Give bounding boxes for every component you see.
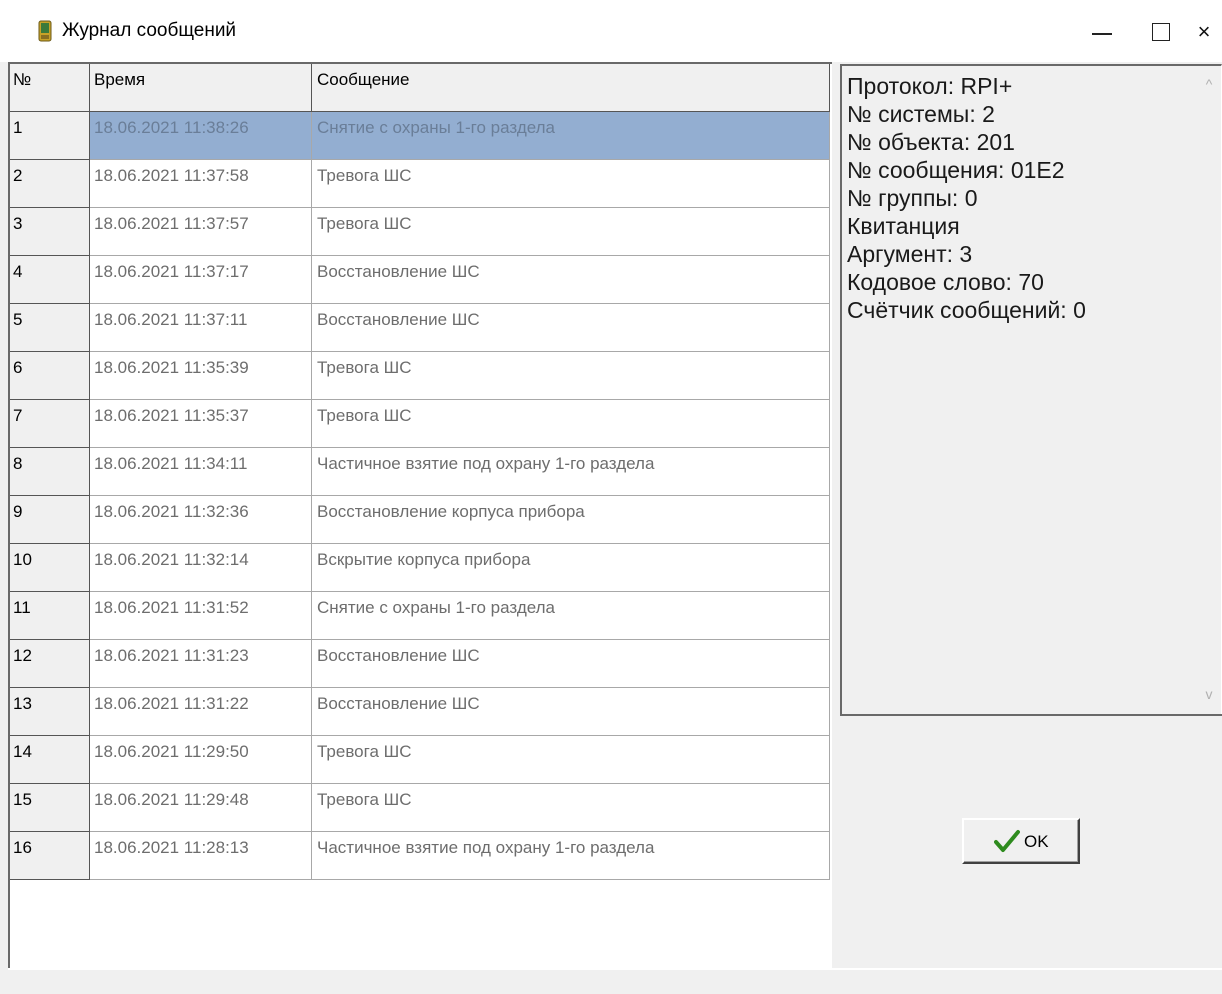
header-time[interactable]: Время xyxy=(90,64,312,112)
message-grid[interactable]: № Время Сообщение 1 18.06.2021 11:38:26 Сн… xyxy=(8,62,832,968)
table-row[interactable]: 2 18.06.2021 11:37:58 Тревога ШС xyxy=(10,160,830,208)
row-time-cell[interactable]: 18.06.2021 11:32:36 xyxy=(90,496,312,544)
details-panel[interactable]: Протокол: RPI+ № системы: 2 № объекта: 201… xyxy=(840,64,1222,714)
row-message-cell[interactable]: Частичное взятие под охрану 1-го раздела xyxy=(312,832,830,880)
details-line: № системы: 2 xyxy=(847,101,995,127)
row-message-cell[interactable]: Тревога ШС xyxy=(312,208,830,256)
minimize-button[interactable] xyxy=(1078,12,1126,52)
header-message[interactable]: Сообщение xyxy=(312,64,830,112)
window-title: Журнал сообщений xyxy=(62,20,237,41)
row-time-cell[interactable]: 18.06.2021 11:31:52 xyxy=(90,592,312,640)
table-row[interactable]: 14 18.06.2021 11:29:50 Тревога ШС xyxy=(10,736,830,784)
maximize-button[interactable] xyxy=(1136,12,1184,52)
row-num-cell[interactable]: 2 xyxy=(10,160,90,208)
details-line: Квитанция xyxy=(847,213,960,239)
row-num-cell[interactable]: 9 xyxy=(10,496,90,544)
table-row[interactable]: 1 18.06.2021 11:38:26 Снятие с охраны 1-го… xyxy=(10,112,830,160)
table-row[interactable]: 9 18.06.2021 11:32:36 Восстановление корпу… xyxy=(10,496,830,544)
details-line: Счётчик сообщений: 0 xyxy=(847,297,1086,323)
details-line: Кодовое слово: 70 xyxy=(847,269,1044,295)
maximize-icon xyxy=(1152,23,1170,41)
details-text: Протокол: RPI+ № системы: 2 № объекта: 201… xyxy=(847,72,1086,324)
row-message-cell[interactable]: Частичное взятие под охрану 1-го раздела xyxy=(312,448,830,496)
row-time-cell[interactable]: 18.06.2021 11:35:37 xyxy=(90,400,312,448)
row-time-cell[interactable]: 18.06.2021 11:32:14 xyxy=(90,544,312,592)
row-time-cell[interactable]: 18.06.2021 11:31:22 xyxy=(90,688,312,736)
row-message-cell[interactable]: Восстановление ШС xyxy=(312,304,830,352)
table-row[interactable]: 3 18.06.2021 11:37:57 Тревога ШС xyxy=(10,208,830,256)
row-message-cell[interactable]: Вскрытие корпуса прибора xyxy=(312,544,830,592)
details-line: Аргумент: 3 xyxy=(847,241,973,267)
table-row[interactable]: 13 18.06.2021 11:31:22 Восстановление ШС xyxy=(10,688,830,736)
details-line: № группы: 0 xyxy=(847,185,978,211)
row-time-cell[interactable]: 18.06.2021 11:29:48 xyxy=(90,784,312,832)
row-time-cell[interactable]: 18.06.2021 11:37:11 xyxy=(90,304,312,352)
row-num-cell[interactable]: 10 xyxy=(10,544,90,592)
table-row[interactable]: 15 18.06.2021 11:29:48 Тревога ШС xyxy=(10,784,830,832)
row-time-cell[interactable]: 18.06.2021 11:37:58 xyxy=(90,160,312,208)
table-row[interactable]: 8 18.06.2021 11:34:11 Частичное взятие под… xyxy=(10,448,830,496)
row-message-cell[interactable]: Восстановление корпуса прибора xyxy=(312,496,830,544)
details-line: № сообщения: 01E2 xyxy=(847,157,1065,183)
row-time-cell[interactable]: 18.06.2021 11:34:11 xyxy=(90,448,312,496)
row-num-cell[interactable]: 5 xyxy=(10,304,90,352)
ok-button[interactable]: OK xyxy=(962,818,1080,864)
row-message-cell[interactable]: Снятие с охраны 1-го раздела xyxy=(312,592,830,640)
scroll-up-icon[interactable]: ^ xyxy=(1200,76,1218,94)
table-row[interactable]: 10 18.06.2021 11:32:14 Вскрытие корпуса пр… xyxy=(10,544,830,592)
app-icon xyxy=(38,20,52,42)
table-row[interactable]: 4 18.06.2021 11:37:17 Восстановление ШС xyxy=(10,256,830,304)
row-time-cell[interactable]: 18.06.2021 11:37:17 xyxy=(90,256,312,304)
row-num-cell[interactable]: 12 xyxy=(10,640,90,688)
row-time-cell[interactable]: 18.06.2021 11:28:13 xyxy=(90,832,312,880)
row-num-cell[interactable]: 4 xyxy=(10,256,90,304)
row-message-cell[interactable]: Снятие с охраны 1-го раздела xyxy=(312,112,830,160)
grid-header: № Время Сообщение xyxy=(10,64,830,112)
table-row[interactable]: 6 18.06.2021 11:35:39 Тревога ШС xyxy=(10,352,830,400)
row-num-cell[interactable]: 16 xyxy=(10,832,90,880)
row-message-cell[interactable]: Тревога ШС xyxy=(312,352,830,400)
row-message-cell[interactable]: Восстановление ШС xyxy=(312,640,830,688)
row-message-cell[interactable]: Восстановление ШС xyxy=(312,688,830,736)
row-time-cell[interactable]: 18.06.2021 11:38:26 xyxy=(90,112,312,160)
row-message-cell[interactable]: Тревога ШС xyxy=(312,784,830,832)
ok-label: OK xyxy=(1024,832,1049,851)
row-num-cell[interactable]: 8 xyxy=(10,448,90,496)
table-row[interactable]: 12 18.06.2021 11:31:23 Восстановление ШС xyxy=(10,640,830,688)
row-message-cell[interactable]: Восстановление ШС xyxy=(312,256,830,304)
checkmark-icon xyxy=(994,830,1020,852)
close-icon: × xyxy=(1197,19,1211,44)
row-num-cell[interactable]: 1 xyxy=(10,112,90,160)
row-num-cell[interactable]: 15 xyxy=(10,784,90,832)
row-num-cell[interactable]: 11 xyxy=(10,592,90,640)
scroll-down-icon[interactable]: v xyxy=(1200,686,1218,704)
row-message-cell[interactable]: Тревога ШС xyxy=(312,160,830,208)
minimize-icon xyxy=(1092,33,1112,35)
row-num-cell[interactable]: 6 xyxy=(10,352,90,400)
row-time-cell[interactable]: 18.06.2021 11:29:50 xyxy=(90,736,312,784)
row-time-cell[interactable]: 18.06.2021 11:35:39 xyxy=(90,352,312,400)
row-message-cell[interactable]: Тревога ШС xyxy=(312,736,830,784)
row-time-cell[interactable]: 18.06.2021 11:37:57 xyxy=(90,208,312,256)
row-num-cell[interactable]: 3 xyxy=(10,208,90,256)
row-time-cell[interactable]: 18.06.2021 11:31:23 xyxy=(90,640,312,688)
table-row[interactable]: 11 18.06.2021 11:31:52 Снятие с охраны 1-г… xyxy=(10,592,830,640)
row-num-cell[interactable]: 14 xyxy=(10,736,90,784)
bottom-divider xyxy=(8,968,1222,970)
details-line: № объекта: 201 xyxy=(847,129,1015,155)
row-num-cell[interactable]: 13 xyxy=(10,688,90,736)
row-message-cell[interactable]: Тревога ШС xyxy=(312,400,830,448)
close-button[interactable]: × xyxy=(1180,12,1222,52)
header-num[interactable]: № xyxy=(10,64,90,112)
title-bar: Журнал сообщений × xyxy=(0,0,1222,62)
row-num-cell[interactable]: 7 xyxy=(10,400,90,448)
table-row[interactable]: 5 18.06.2021 11:37:11 Восстановление ШС xyxy=(10,304,830,352)
details-line: Протокол: RPI+ xyxy=(847,73,1013,99)
table-row[interactable]: 7 18.06.2021 11:35:37 Тревога ШС xyxy=(10,400,830,448)
table-row[interactable]: 16 18.06.2021 11:28:13 Частичное взятие по… xyxy=(10,832,830,880)
